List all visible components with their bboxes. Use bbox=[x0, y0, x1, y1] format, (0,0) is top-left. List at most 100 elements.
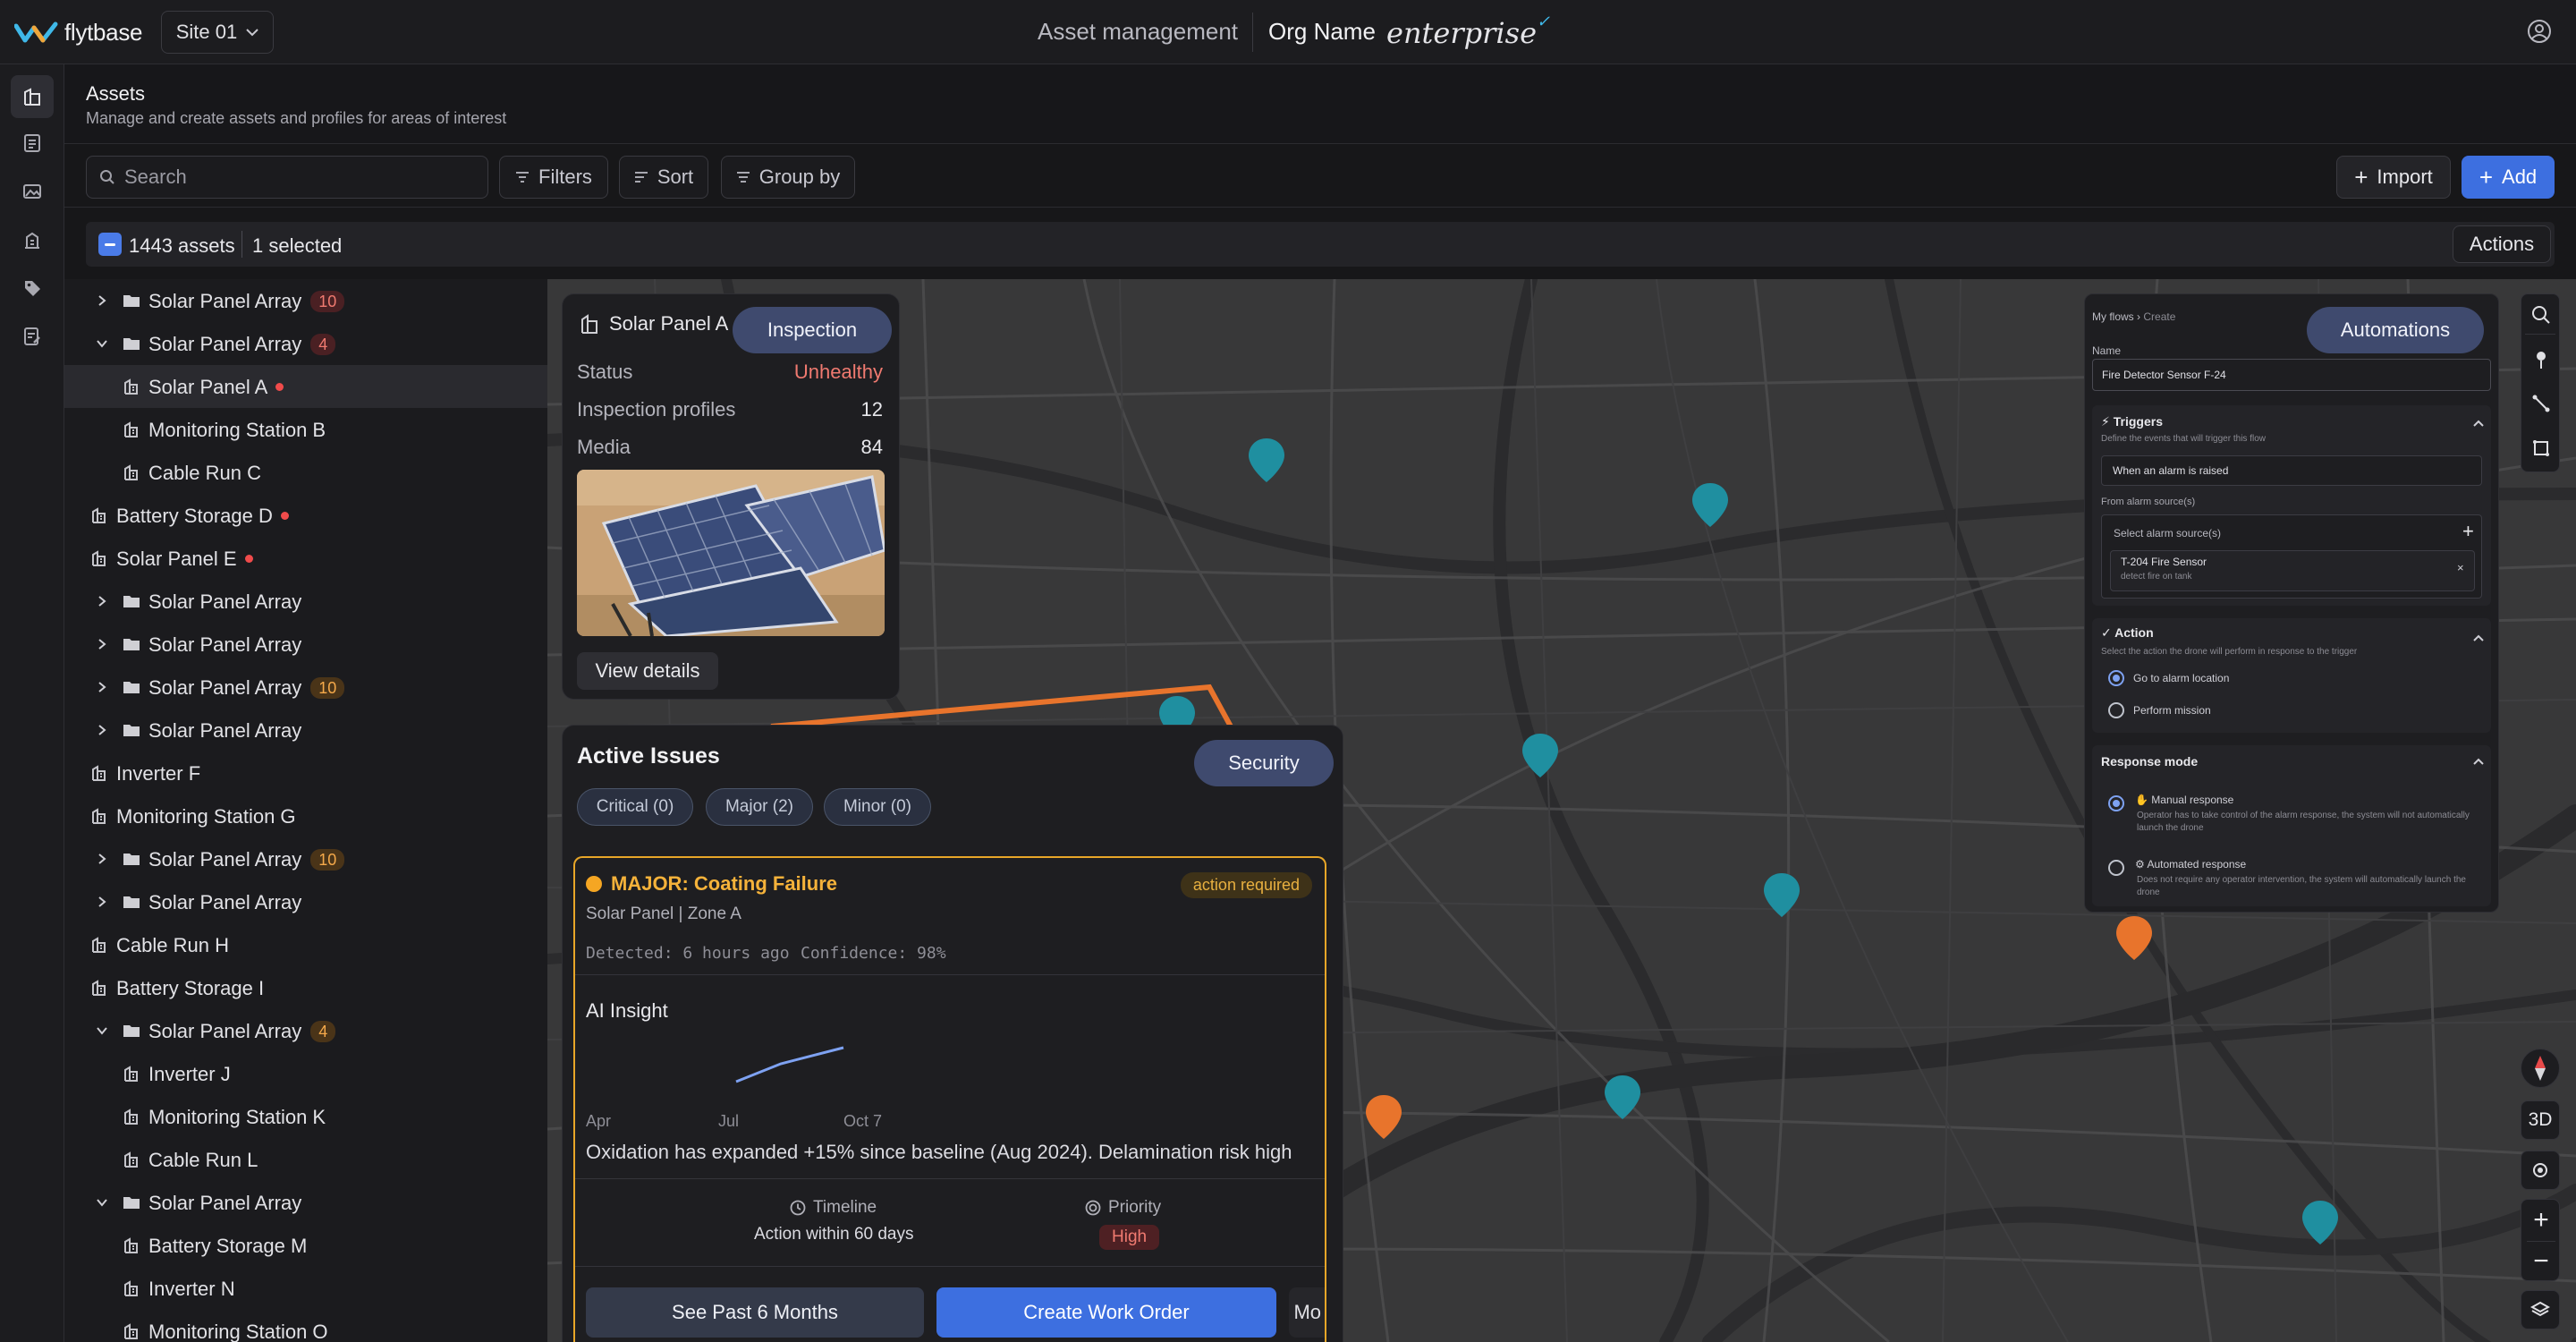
nav-reports[interactable] bbox=[11, 315, 54, 358]
tree-row[interactable]: Cable Run H bbox=[64, 923, 547, 966]
chevron-down-icon[interactable] bbox=[95, 1023, 109, 1038]
zoom-in-icon[interactable]: + bbox=[2521, 1200, 2561, 1241]
building-icon bbox=[124, 1151, 138, 1168]
tree-row[interactable]: Solar Panel A bbox=[64, 365, 547, 408]
tree-row[interactable]: Monitoring Station O bbox=[64, 1310, 547, 1342]
tree-row[interactable]: Solar Panel Array bbox=[64, 1181, 547, 1224]
select-all-checkbox[interactable] bbox=[98, 233, 122, 256]
tree-row[interactable]: Solar Panel Array 4 bbox=[64, 1009, 547, 1052]
chevron-right-icon[interactable] bbox=[95, 680, 109, 694]
tree-row[interactable]: Solar Panel E bbox=[64, 537, 547, 580]
pin-icon[interactable] bbox=[2533, 350, 2549, 369]
nav-assets[interactable] bbox=[11, 75, 54, 118]
radio-perform-mission[interactable] bbox=[2108, 702, 2124, 718]
tree-row[interactable]: Battery Storage I bbox=[64, 966, 547, 1009]
radio-automated-response[interactable] bbox=[2108, 860, 2124, 876]
actions-button[interactable]: Actions bbox=[2453, 225, 2551, 263]
trigger-select[interactable]: When an alarm is raised bbox=[2101, 455, 2482, 486]
tree-row[interactable]: Solar Panel Array 4 bbox=[64, 322, 547, 365]
tree-row[interactable]: Solar Panel Array 10 bbox=[64, 837, 547, 880]
automations-tag[interactable]: Automations bbox=[2307, 307, 2484, 353]
locate-button[interactable] bbox=[2521, 1151, 2560, 1190]
alarm-source-placeholder[interactable]: Select alarm source(s) bbox=[2114, 527, 2221, 539]
chip-major[interactable]: Major (2) bbox=[706, 788, 813, 826]
issue-location: Solar Panel | Zone A bbox=[586, 905, 741, 923]
issue-card[interactable]: MAJOR: Coating Failure action required S… bbox=[573, 856, 1326, 1342]
view-details-button[interactable]: View details bbox=[577, 652, 718, 690]
chevron-right-icon[interactable] bbox=[95, 637, 109, 651]
report-icon bbox=[24, 327, 40, 345]
group-by-button[interactable]: Group by bbox=[721, 156, 855, 199]
add-source-icon[interactable]: + bbox=[2462, 520, 2474, 543]
tree-row[interactable]: Inverter J bbox=[64, 1052, 547, 1095]
chevron-right-icon[interactable] bbox=[95, 594, 109, 608]
chevron-right-icon[interactable] bbox=[95, 723, 109, 737]
security-tag[interactable]: Security bbox=[1194, 740, 1334, 786]
add-button[interactable]: + Add bbox=[2462, 156, 2555, 199]
action-opt2-label: Perform mission bbox=[2133, 704, 2211, 717]
search-icon[interactable] bbox=[2531, 305, 2551, 325]
chevron-right-icon[interactable] bbox=[95, 895, 109, 909]
chevron-up-icon[interactable] bbox=[2473, 420, 2484, 427]
tree-row[interactable]: Solar Panel Array bbox=[64, 709, 547, 752]
line-tool-icon[interactable] bbox=[2532, 395, 2550, 412]
action-desc: Select the action the drone will perform… bbox=[2101, 647, 2358, 657]
group-icon bbox=[736, 172, 750, 183]
chip-critical[interactable]: Critical (0) bbox=[577, 788, 693, 826]
compass-button[interactable] bbox=[2521, 1049, 2560, 1088]
import-button[interactable]: + Import bbox=[2336, 156, 2451, 199]
zoom-out-icon[interactable]: − bbox=[2521, 1241, 2561, 1282]
chevron-up-icon[interactable] bbox=[2473, 758, 2484, 765]
chevron-right-icon[interactable] bbox=[95, 293, 109, 308]
sort-button[interactable]: Sort bbox=[619, 156, 708, 199]
brand-logo[interactable]: flytbase bbox=[14, 16, 143, 48]
polygon-tool-icon[interactable] bbox=[2532, 439, 2550, 457]
chip-minor[interactable]: Minor (0) bbox=[824, 788, 931, 826]
tree-row[interactable]: Solar Panel Array bbox=[64, 880, 547, 923]
chevron-up-icon[interactable] bbox=[2473, 634, 2484, 641]
tree-row[interactable]: Monitoring Station B bbox=[64, 408, 547, 451]
tree-row[interactable]: Monitoring Station G bbox=[64, 794, 547, 837]
tree-item-label: Battery Storage M bbox=[148, 1235, 307, 1258]
3d-toggle-button[interactable]: 3D bbox=[2521, 1100, 2560, 1140]
folder-icon bbox=[123, 338, 140, 350]
tree-row[interactable]: Solar Panel Array 10 bbox=[64, 279, 547, 322]
tree-row[interactable]: Cable Run L bbox=[64, 1138, 547, 1181]
media-value: 84 bbox=[860, 436, 883, 458]
remove-source-icon[interactable]: × bbox=[2457, 561, 2464, 574]
chevron-down-icon[interactable] bbox=[95, 1195, 109, 1210]
tree-row[interactable]: Solar Panel Array bbox=[64, 580, 547, 623]
tree-row[interactable]: Monitoring Station K bbox=[64, 1095, 547, 1138]
search-box[interactable] bbox=[86, 156, 488, 199]
solar-panel-photo[interactable] bbox=[577, 470, 885, 636]
inspection-tag[interactable]: Inspection bbox=[733, 307, 892, 353]
tree-item-text: Battery Storage D bbox=[116, 505, 273, 527]
chevron-down-icon[interactable] bbox=[95, 336, 109, 351]
breadcrumb-root[interactable]: My flows bbox=[2092, 310, 2134, 323]
flow-name-input[interactable]: Fire Detector Sensor F-24 bbox=[2092, 359, 2491, 391]
tree-row[interactable]: Cable Run C bbox=[64, 451, 547, 494]
radio-manual-response[interactable] bbox=[2108, 795, 2124, 811]
tree-row[interactable]: Battery Storage M bbox=[64, 1224, 547, 1267]
search-input[interactable] bbox=[124, 166, 464, 189]
chevron-right-icon[interactable] bbox=[95, 852, 109, 866]
nav-documents[interactable] bbox=[11, 122, 54, 165]
nav-sites[interactable] bbox=[11, 218, 54, 261]
layers-button[interactable] bbox=[2521, 1290, 2560, 1329]
nav-tags[interactable] bbox=[11, 267, 54, 310]
tree-row[interactable]: Inverter N bbox=[64, 1267, 547, 1310]
nav-media[interactable] bbox=[11, 170, 54, 213]
tree-row[interactable]: Inverter F bbox=[64, 752, 547, 794]
priority-header: Priority bbox=[1085, 1198, 1161, 1218]
site-selector[interactable]: Site 01 bbox=[161, 11, 274, 54]
tree-row[interactable]: Solar Panel Array bbox=[64, 623, 547, 666]
tree-row[interactable]: Solar Panel Array 10 bbox=[64, 666, 547, 709]
create-work-order-button[interactable]: Create Work Order bbox=[936, 1287, 1276, 1338]
radio-go-to-alarm[interactable] bbox=[2108, 670, 2124, 686]
see-past-button[interactable]: See Past 6 Months bbox=[586, 1287, 924, 1338]
tree-row[interactable]: Battery Storage D bbox=[64, 494, 547, 537]
more-button[interactable]: Mo bbox=[1289, 1287, 1325, 1338]
user-icon[interactable] bbox=[2526, 18, 2553, 45]
filters-button[interactable]: Filters bbox=[499, 156, 608, 199]
tree-item-text: Monitoring Station B bbox=[148, 419, 326, 441]
